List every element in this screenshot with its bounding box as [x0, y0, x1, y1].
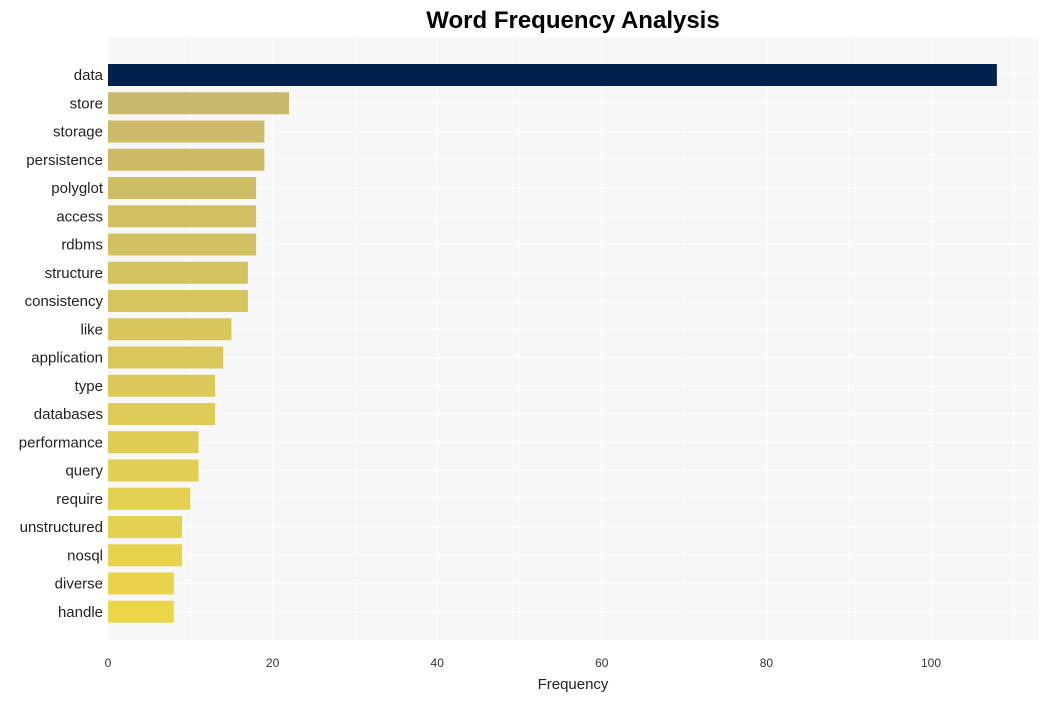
chart-title: Word Frequency Analysis: [426, 7, 719, 34]
x-tick-label: 20: [266, 656, 280, 670]
bar-store: [108, 92, 290, 115]
x-tick-label: 60: [595, 656, 609, 670]
bar-persistence: [108, 148, 265, 171]
y-tick-label: structure: [45, 265, 103, 282]
bar-data: [108, 64, 997, 86]
y-tick-label: application: [31, 350, 103, 367]
y-tick-label: storage: [53, 124, 103, 141]
bar-diverse: [108, 572, 174, 595]
y-tick-label: type: [75, 378, 103, 395]
bar-polyglot: [108, 177, 257, 199]
y-tick-label: performance: [19, 434, 103, 451]
y-tick-label: rdbms: [61, 237, 103, 254]
y-tick-label: consistency: [25, 293, 104, 310]
bar-access: [108, 205, 257, 228]
y-tick-label: unstructured: [20, 519, 103, 536]
x-tick-label: 100: [921, 656, 941, 670]
bar-storage: [108, 120, 265, 143]
word-frequency-chart: Word Frequency Analysis data store storage…: [19, 7, 1038, 693]
bar-application: [108, 346, 224, 369]
x-tick-label: 0: [105, 656, 112, 670]
x-tick-label: 80: [760, 656, 774, 670]
y-tick-label: diverse: [55, 576, 103, 593]
bar-type: [108, 374, 215, 397]
y-tick-label: require: [56, 491, 103, 508]
bar-query: [108, 459, 199, 482]
y-tick-label: query: [65, 463, 103, 480]
bar-require: [108, 487, 191, 510]
x-axis-label: Frequency: [538, 676, 609, 693]
y-tick-label: nosql: [67, 547, 103, 564]
y-tick-label: access: [56, 208, 103, 225]
y-tick-label: polyglot: [51, 180, 104, 197]
y-axis-labels: data store storage persistence polyglot acces…: [19, 67, 104, 621]
y-tick-label: handle: [58, 604, 103, 621]
bar-handle: [108, 600, 174, 623]
bar-like: [108, 318, 232, 341]
y-tick-label: persistence: [26, 152, 103, 169]
bar-databases: [108, 403, 215, 425]
y-tick-label: data: [74, 67, 104, 84]
y-tick-label: like: [80, 321, 103, 338]
bar-unstructured: [108, 516, 183, 538]
y-tick-label: store: [70, 95, 103, 112]
y-tick-label: databases: [34, 406, 103, 423]
bar-consistency: [108, 290, 248, 312]
bar-nosql: [108, 544, 183, 567]
x-axis-ticks: 0 20 40 60 80 100: [105, 656, 942, 670]
bar-structure: [108, 261, 248, 284]
x-tick-label: 40: [431, 656, 445, 670]
bar-performance: [108, 431, 199, 454]
bar-rdbms: [108, 233, 257, 256]
